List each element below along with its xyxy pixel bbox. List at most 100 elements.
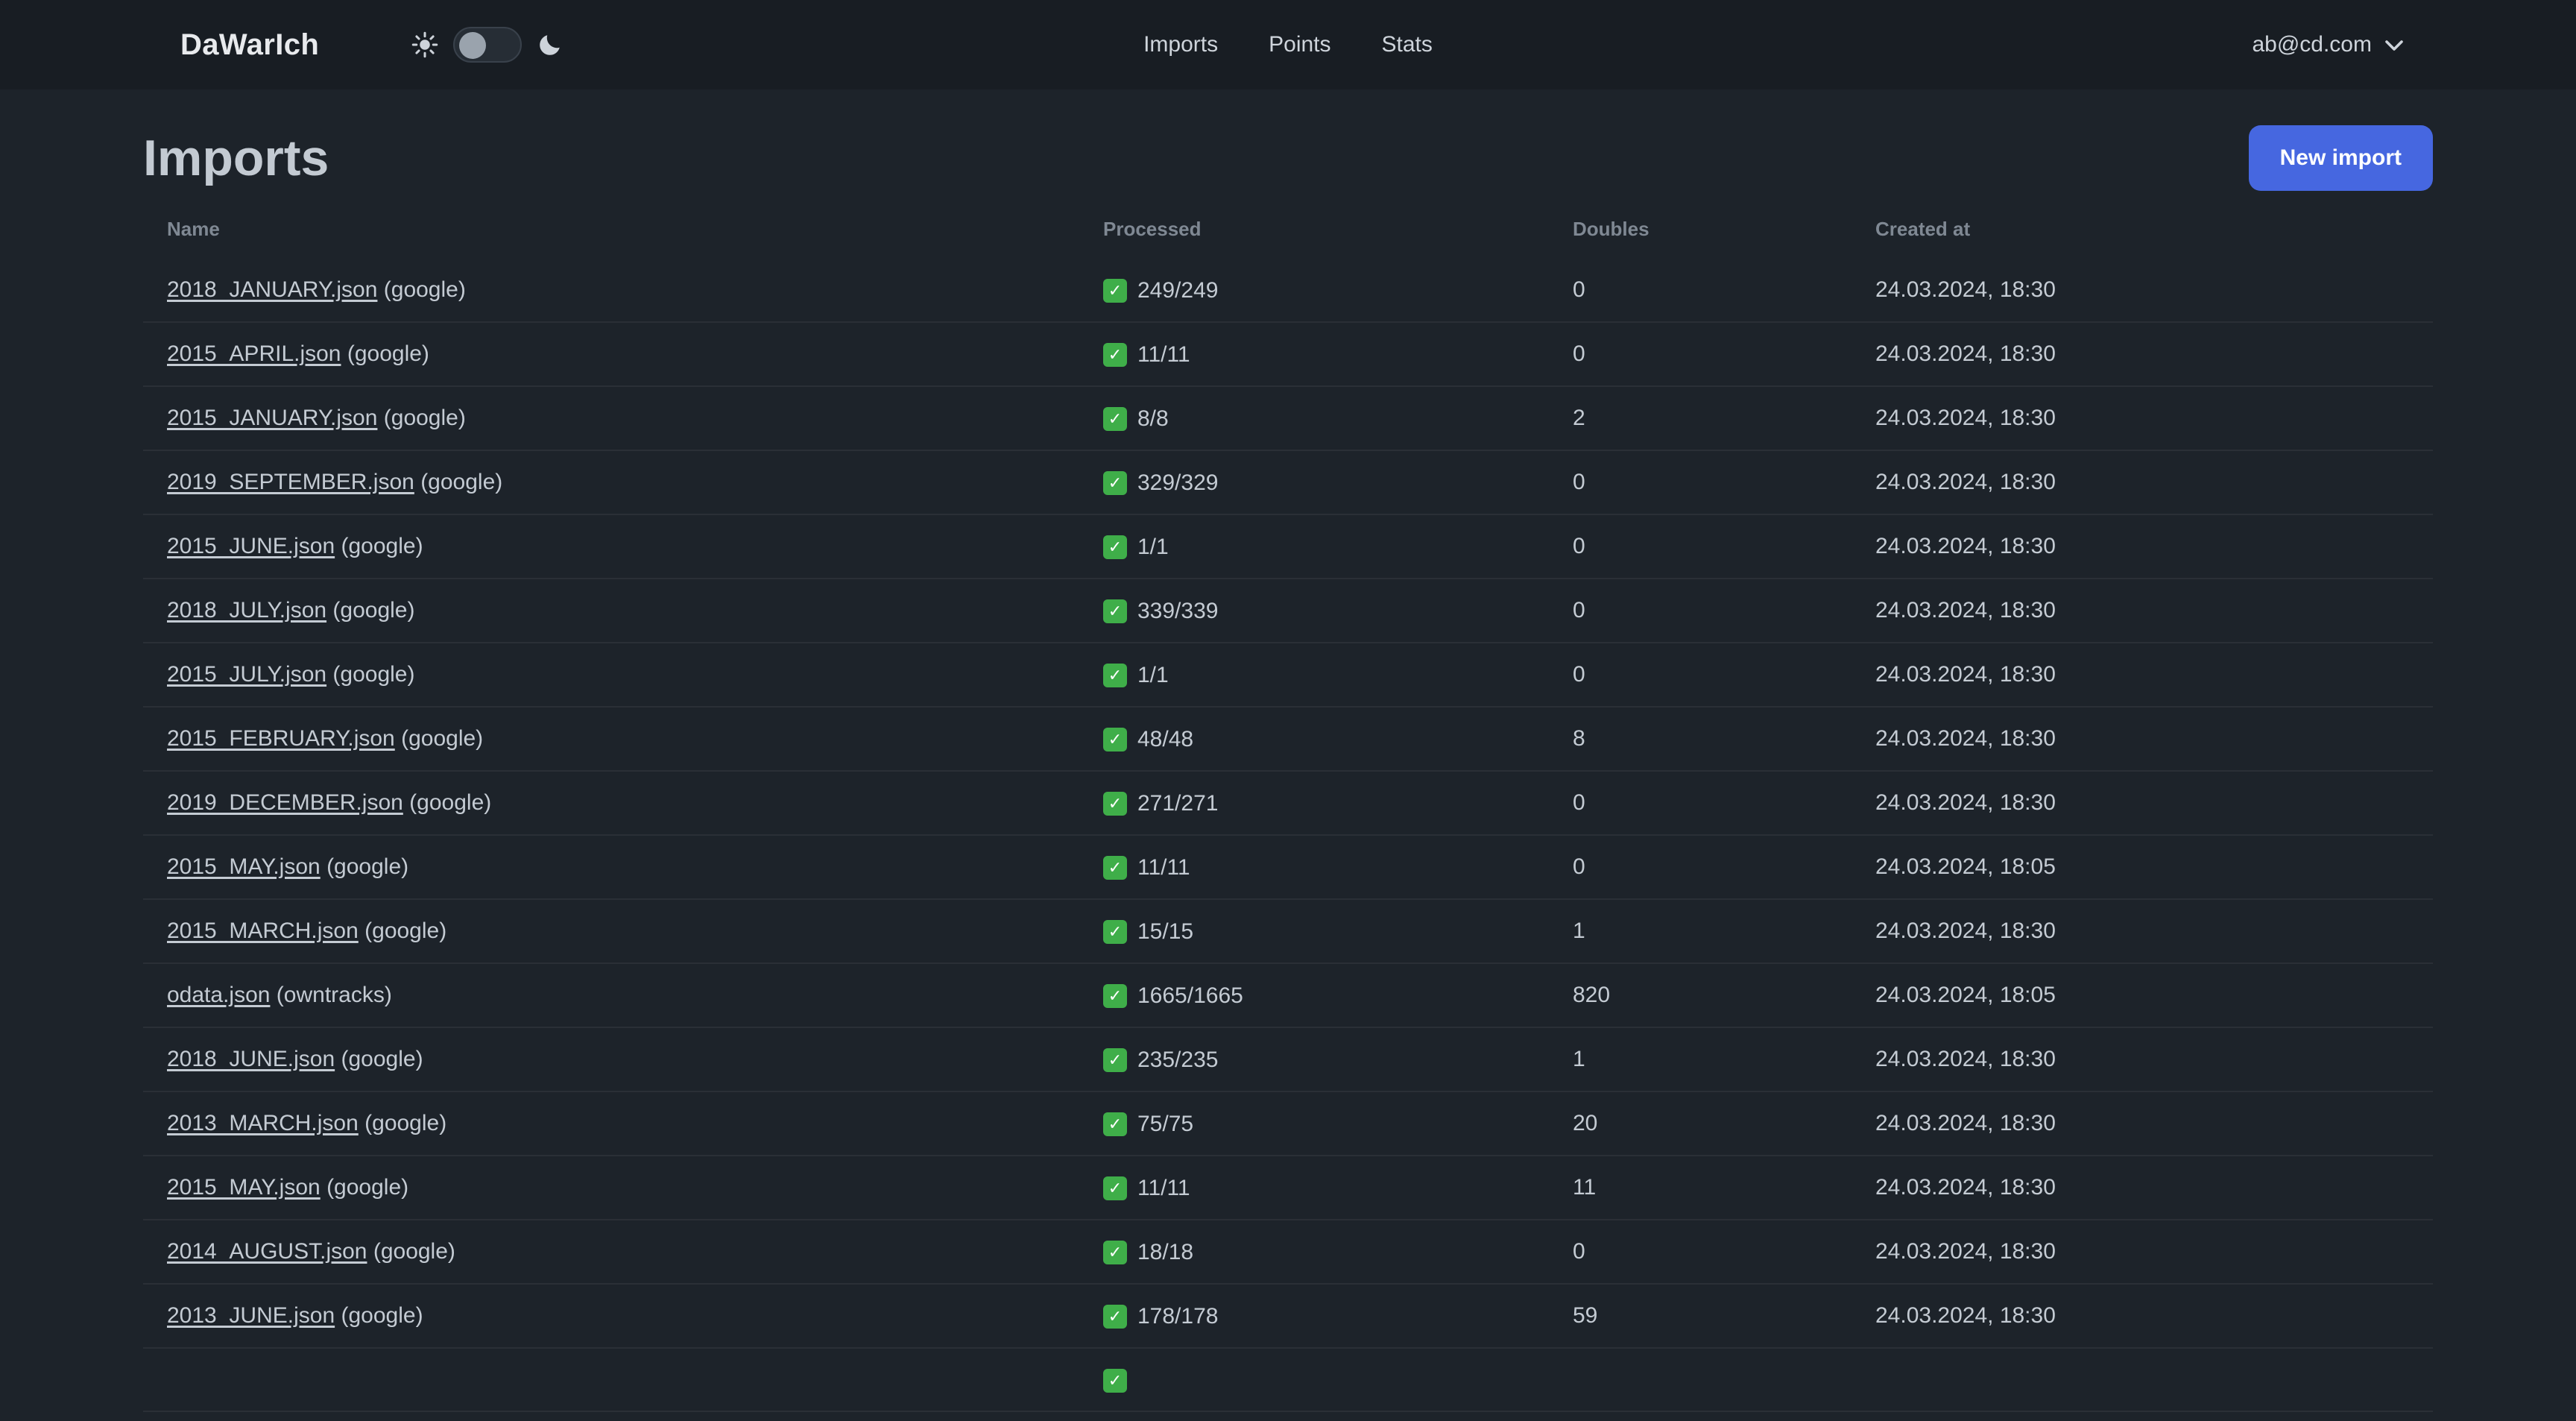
import-file-link[interactable]: 2018_JUNE.json <box>167 1047 335 1071</box>
page-header: Imports New import <box>143 125 2433 191</box>
import-file-link[interactable]: 2013_JUNE.json <box>167 1303 335 1328</box>
doubles-cell: 0 <box>1549 322 1852 387</box>
name-cell: 2015_APRIL.json (google) <box>143 322 1079 387</box>
success-check-icon <box>1103 1176 1127 1200</box>
name-cell: 2018_JANUARY.json (google) <box>143 259 1079 323</box>
created-at-cell: 24.03.2024, 18:30 <box>1852 450 2433 515</box>
processed-cell: 249/249 <box>1079 259 1549 323</box>
processed-count: 339/339 <box>1137 599 1219 623</box>
new-import-button[interactable]: New import <box>2248 125 2433 191</box>
processed-count: 18/18 <box>1137 1240 1194 1264</box>
processed-cell: 11/11 <box>1079 322 1549 387</box>
imports-table-head: Name Processed Doubles Created at <box>143 203 2433 259</box>
theme-toggle[interactable] <box>453 27 523 63</box>
import-source-label: (owntracks) <box>276 983 392 1007</box>
table-row: 2013_MARCH.json (google) 75/75 20 24.03.… <box>143 1091 2433 1156</box>
processed-count: 11/11 <box>1137 855 1190 880</box>
doubles-cell: 0 <box>1549 259 1852 323</box>
column-header-name: Name <box>167 218 220 240</box>
import-file-link[interactable]: 2018_JULY.json <box>167 598 326 623</box>
processed-cell: 271/271 <box>1079 771 1549 836</box>
name-cell: 2018_JULY.json (google) <box>143 579 1079 643</box>
name-cell <box>143 1348 1079 1412</box>
processed-count: 329/329 <box>1137 470 1219 495</box>
imports-page: Imports New import Name Processed Double… <box>0 89 2576 1412</box>
processed-count: 178/178 <box>1137 1304 1219 1329</box>
processed-cell: 15/15 <box>1079 899 1549 964</box>
import-source-label: (google) <box>332 598 415 623</box>
name-cell: 2015_MAY.json (google) <box>143 835 1079 900</box>
import-source-label: (google) <box>364 919 447 943</box>
success-check-icon <box>1103 279 1127 303</box>
name-cell: 2013_MARCH.json (google) <box>143 1091 1079 1156</box>
table-row: 2015_JULY.json (google) 1/1 0 24.03.2024… <box>143 643 2433 708</box>
import-file-link[interactable]: 2015_MAY.json <box>167 1175 321 1200</box>
name-cell: 2015_MARCH.json (google) <box>143 899 1079 964</box>
chevron-down-icon <box>2385 32 2403 57</box>
table-row: 2015_JUNE.json (google) 1/1 0 24.03.2024… <box>143 514 2433 579</box>
success-check-icon <box>1103 792 1127 816</box>
import-file-link[interactable]: 2019_SEPTEMBER.json <box>167 470 414 494</box>
import-file-link[interactable]: odata.json <box>167 983 270 1007</box>
name-cell: 2015_MAY.json (google) <box>143 1156 1079 1220</box>
success-check-icon <box>1103 535 1127 559</box>
doubles-cell: 0 <box>1549 1220 1852 1285</box>
import-file-link[interactable]: 2015_JANUARY.json <box>167 406 377 430</box>
created-at-cell: 24.03.2024, 18:30 <box>1852 1091 2433 1156</box>
nav-link-points[interactable]: Points <box>1269 32 1330 57</box>
theme-switcher <box>411 27 564 63</box>
import-file-link[interactable]: 2015_JUNE.json <box>167 534 335 558</box>
table-row: 2018_JANUARY.json (google) 249/249 0 24.… <box>143 259 2433 323</box>
processed-count: 271/271 <box>1137 791 1219 816</box>
import-file-link[interactable]: 2014_AUGUST.json <box>167 1239 367 1264</box>
user-menu[interactable]: ab@cd.com <box>2252 32 2493 57</box>
column-header-doubles: Doubles <box>1573 218 1650 240</box>
nav-link-imports[interactable]: Imports <box>1143 32 1218 57</box>
import-file-link[interactable]: 2019_DECEMBER.json <box>167 790 403 815</box>
import-source-label: (google) <box>326 1175 409 1200</box>
doubles-cell: 1 <box>1549 899 1852 964</box>
user-email: ab@cd.com <box>2252 32 2372 57</box>
processed-cell: 11/11 <box>1079 1156 1549 1220</box>
success-check-icon <box>1103 1112 1127 1136</box>
theme-toggle-knob <box>459 32 487 59</box>
import-source-label: (google) <box>409 790 492 815</box>
success-check-icon <box>1103 343 1127 367</box>
table-row: odata.json (owntracks) 1665/1665 820 24.… <box>143 963 2433 1028</box>
table-row: 2015_MAY.json (google) 11/11 11 24.03.20… <box>143 1156 2433 1220</box>
success-check-icon <box>1103 1369 1127 1393</box>
import-file-link[interactable]: 2018_JANUARY.json <box>167 277 377 302</box>
nav-link-stats[interactable]: Stats <box>1382 32 1433 57</box>
import-source-label: (google) <box>341 1303 423 1328</box>
processed-count: 235/235 <box>1137 1047 1219 1072</box>
import-source-label: (google) <box>341 1047 423 1071</box>
import-file-link[interactable]: 2015_MARCH.json <box>167 919 359 943</box>
import-file-link[interactable]: 2015_JULY.json <box>167 662 326 687</box>
processed-count: 48/48 <box>1137 727 1194 752</box>
created-at-cell: 24.03.2024, 18:30 <box>1852 643 2433 708</box>
table-row: 2018_JULY.json (google) 339/339 0 24.03.… <box>143 579 2433 643</box>
processed-count: 1/1 <box>1137 663 1169 687</box>
import-file-link[interactable]: 2015_FEBRUARY.json <box>167 726 395 751</box>
name-cell: 2018_JUNE.json (google) <box>143 1027 1079 1092</box>
import-file-link[interactable]: 2013_MARCH.json <box>167 1111 359 1135</box>
import-source-label: (google) <box>383 277 466 302</box>
processed-count: 249/249 <box>1137 278 1219 303</box>
import-file-link[interactable]: 2015_MAY.json <box>167 854 321 879</box>
processed-count: 75/75 <box>1137 1112 1194 1136</box>
import-file-link[interactable]: 2015_APRIL.json <box>167 341 341 366</box>
created-at-cell: 24.03.2024, 18:30 <box>1852 386 2433 451</box>
processed-cell: 1665/1665 <box>1079 963 1549 1028</box>
import-source-label: (google) <box>341 534 423 558</box>
import-source-label: (google) <box>420 470 503 494</box>
sun-icon <box>411 31 438 58</box>
page-title: Imports <box>143 130 329 186</box>
success-check-icon <box>1103 728 1127 752</box>
created-at-cell: 24.03.2024, 18:30 <box>1852 1220 2433 1285</box>
success-check-icon <box>1103 1241 1127 1264</box>
import-source-label: (google) <box>364 1111 447 1135</box>
processed-cell <box>1079 1348 1549 1412</box>
doubles-cell: 0 <box>1549 643 1852 708</box>
brand-logo[interactable]: DaWarIch <box>180 28 319 62</box>
column-header-processed: Processed <box>1103 218 1202 240</box>
